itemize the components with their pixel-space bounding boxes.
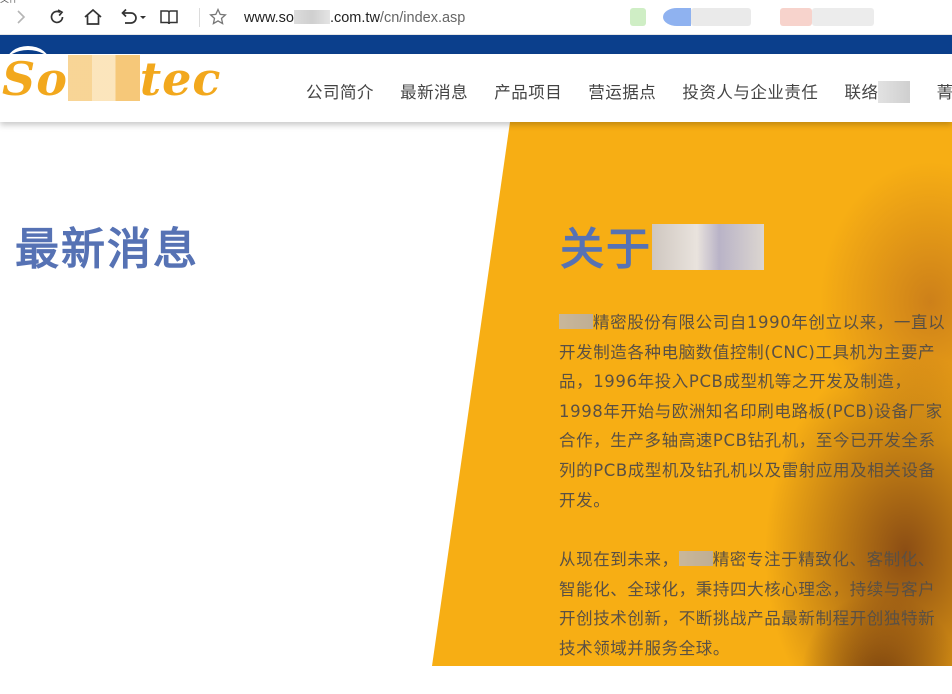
favorite-star-icon[interactable]: [205, 5, 231, 29]
url-host-suffix: .com.tw: [329, 10, 380, 26]
extension-icon-blue[interactable]: [663, 8, 691, 26]
browser-toolbar: 文件 www.so .com.tw/cn/index.asp: [0, 0, 952, 35]
about-title-prefix: 关于: [560, 224, 652, 275]
news-section-title: 最新消息: [15, 224, 199, 275]
main-nav: 公司简介 最新消息 产品项目 营运据点 投资人与企业责任 联络 菁: [306, 79, 952, 103]
about-title-redacted-block: [652, 224, 764, 270]
company-name-redacted: [559, 314, 593, 329]
nav-item-partial[interactable]: 菁: [937, 79, 952, 103]
nav-item-locations[interactable]: 营运据点: [588, 79, 656, 103]
about-p1-text: 精密股份有限公司自1990年创立以来，一直以开发制造各种电脑数值控制(CNC)工…: [559, 313, 946, 510]
reload-icon[interactable]: [44, 5, 70, 29]
address-bar[interactable]: www.so .com.tw/cn/index.asp: [244, 9, 604, 27]
extension-redacted-block: [691, 8, 751, 26]
nav-item-contact-label: 联络: [844, 83, 879, 102]
nav-redacted-block: [878, 81, 911, 103]
about-paragraph-1: 精密股份有限公司自1990年创立以来，一直以开发制造各种电脑数值控制(CNC)工…: [559, 308, 947, 515]
about-body: 精密股份有限公司自1990年创立以来，一直以开发制造各种电脑数值控制(CNC)工…: [559, 308, 947, 694]
about-paragraph-2: 从现在到未来， 精密专注于精致化、客制化、智能化、全球化，秉持四大核心理念，持续与…: [559, 545, 947, 663]
logo-text-end: tec: [139, 52, 222, 106]
extension-redacted-block-2: [812, 8, 874, 26]
site-logo[interactable]: So tec: [2, 52, 221, 106]
url-redacted-block: [293, 10, 330, 24]
forward-icon[interactable]: [8, 5, 34, 29]
extension-icon-pink[interactable]: [780, 8, 812, 26]
nav-item-contact[interactable]: 联络: [844, 79, 911, 103]
undo-history-icon[interactable]: [116, 5, 150, 29]
nav-item-investors[interactable]: 投资人与企业责任: [682, 79, 818, 103]
home-icon[interactable]: [80, 5, 106, 29]
logo-redacted-block: [67, 55, 140, 101]
url-path: /cn/index.asp: [379, 10, 466, 26]
logo-text-start: So: [2, 52, 68, 106]
nav-item-news[interactable]: 最新消息: [400, 79, 468, 103]
extension-icon-green[interactable]: [630, 8, 646, 26]
nav-item-products[interactable]: 产品项目: [494, 79, 562, 103]
toolbar-divider: [199, 8, 200, 27]
nav-item-company[interactable]: 公司简介: [306, 79, 374, 103]
company-name-redacted-2: [678, 551, 713, 567]
reading-mode-icon[interactable]: [156, 5, 182, 29]
about-p2-before: 从现在到未来，: [559, 550, 679, 570]
about-section-title: 关于: [560, 222, 764, 278]
url-host-prefix: www.so: [244, 10, 294, 26]
